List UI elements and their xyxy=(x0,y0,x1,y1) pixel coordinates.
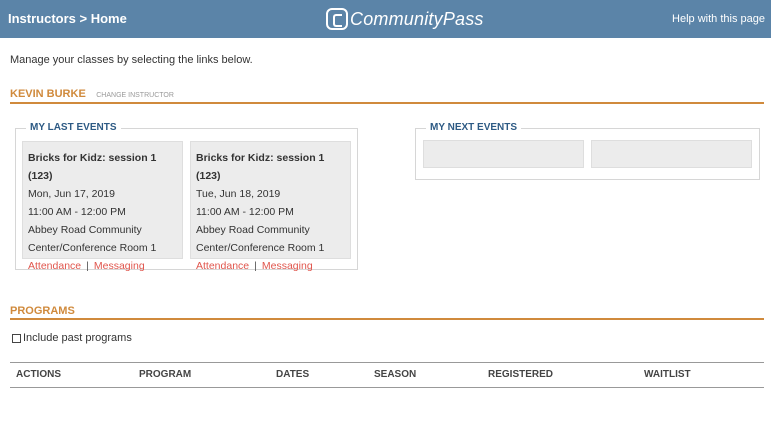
include-past-label: Include past programs xyxy=(23,332,132,344)
event-location-room: Center/Conference Room 1 xyxy=(196,242,325,254)
column-header-program[interactable]: PROGRAM xyxy=(139,369,191,380)
link-separator: | xyxy=(86,260,89,272)
logo-mark-icon xyxy=(326,8,348,30)
top-header: Instructors > Home CommunityPass Help wi… xyxy=(0,0,771,38)
event-location: Abbey Road Community xyxy=(196,224,310,236)
include-past-programs[interactable]: Include past programs xyxy=(12,332,132,344)
instructor-name: KEVIN BURKE xyxy=(10,88,86,100)
community-pass-logo: CommunityPass xyxy=(326,5,484,33)
messaging-link[interactable]: Messaging xyxy=(94,260,145,272)
next-events-title: MY NEXT EVENTS xyxy=(426,122,522,133)
last-events-panel: MY LAST EVENTS Bricks for Kidz: session … xyxy=(15,122,358,272)
instructor-header: KEVIN BURKE CHANGE INSTRUCTOR xyxy=(10,84,764,104)
next-event-placeholder xyxy=(591,140,752,168)
breadcrumb[interactable]: Instructors > Home xyxy=(8,11,127,26)
event-location-room: Center/Conference Room 1 xyxy=(28,242,157,254)
last-events-title: MY LAST EVENTS xyxy=(26,122,121,133)
event-date: Tue, Jun 18, 2019 xyxy=(196,188,281,200)
event-actions: Attendance | Messaging xyxy=(196,257,345,275)
logo-text: CommunityPass xyxy=(350,8,484,29)
programs-table-header: ACTIONS PROGRAM DATES SEASON REGISTERED … xyxy=(10,362,764,388)
event-card: Bricks for Kidz: session 1 (123) Mon, Ju… xyxy=(22,141,183,272)
attendance-link[interactable]: Attendance xyxy=(196,260,249,272)
link-separator: | xyxy=(254,260,257,272)
attendance-link[interactable]: Attendance xyxy=(28,260,81,272)
column-header-waitlist[interactable]: WAITLIST xyxy=(644,369,691,380)
next-event-placeholder xyxy=(423,140,584,168)
help-link[interactable]: Help with this page xyxy=(672,13,765,25)
event-actions: Attendance | Messaging xyxy=(28,257,177,275)
column-header-dates[interactable]: DATES xyxy=(276,369,309,380)
programs-header: PROGRAMS xyxy=(10,301,764,320)
event-card: Bricks for Kidz: session 1 (123) Tue, Ju… xyxy=(190,141,351,272)
column-header-registered[interactable]: REGISTERED xyxy=(488,369,553,380)
messaging-link[interactable]: Messaging xyxy=(262,260,313,272)
column-header-actions[interactable]: ACTIONS xyxy=(16,369,61,380)
event-time: 11:00 AM - 12:00 PM xyxy=(196,206,294,218)
event-title: Bricks for Kidz: session 1 (123) xyxy=(196,152,325,182)
event-date: Mon, Jun 17, 2019 xyxy=(28,188,115,200)
event-time: 11:00 AM - 12:00 PM xyxy=(28,206,126,218)
next-events-panel: MY NEXT EVENTS xyxy=(415,122,760,180)
event-location: Abbey Road Community xyxy=(28,224,142,236)
intro-text: Manage your classes by selecting the lin… xyxy=(10,54,253,66)
column-header-season[interactable]: SEASON xyxy=(374,369,416,380)
programs-title: PROGRAMS xyxy=(10,305,75,317)
include-past-checkbox[interactable] xyxy=(12,333,21,343)
change-instructor-link[interactable]: CHANGE INSTRUCTOR xyxy=(96,92,174,99)
event-title: Bricks for Kidz: session 1 (123) xyxy=(28,152,157,182)
